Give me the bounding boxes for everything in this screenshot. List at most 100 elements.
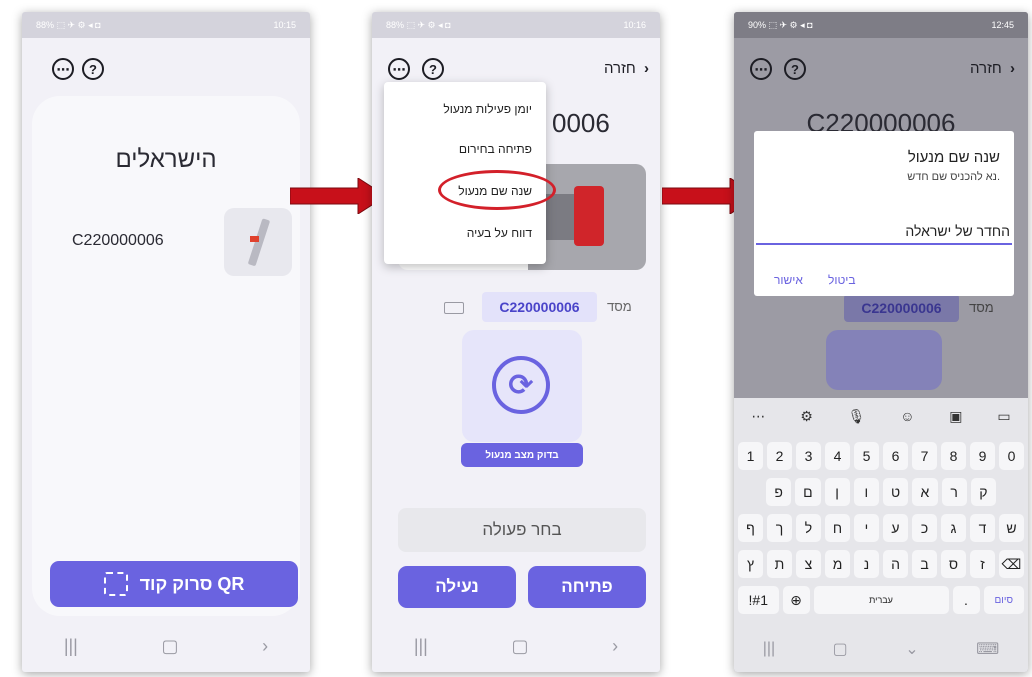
more-icon[interactable]: ⋯	[751, 408, 765, 425]
check-lock-status-button[interactable]: בדוק מצב מנעול	[461, 443, 583, 467]
keyboard: ⋯ ⚙ 🎙 ☺ ▣ ▭ 1234567890 פםןוטארק ףךלחיעכג…	[734, 398, 1028, 672]
keyboard-key[interactable]: ט	[883, 478, 909, 506]
sticker-icon[interactable]: ▣	[949, 408, 962, 425]
keyboard-key[interactable]: ה	[883, 550, 908, 578]
help-icon[interactable]: ?	[82, 58, 104, 80]
new-name-input[interactable]: החדר של ישראלה	[756, 223, 1012, 245]
keyboard-key[interactable]: ת	[767, 550, 792, 578]
dialog-title: שנה שם מנעול	[907, 149, 1000, 166]
help-icon[interactable]: ?	[784, 58, 806, 80]
emoji-icon[interactable]: ☺	[900, 408, 914, 424]
keyboard-row-3: ץ ת צ מ נ ה ב ס ז ⌫	[738, 550, 1024, 578]
menu-item-emergency-open[interactable]: פתיחה בחירום	[459, 142, 532, 156]
keyboard-switch-icon[interactable]: ⌨	[976, 639, 999, 659]
status-bar: 88% ⬚ ✈ ⚙ ◂ ◘ 10:16	[372, 12, 660, 38]
keyboard-key[interactable]: 3	[796, 442, 821, 470]
space-key[interactable]: עברית	[813, 586, 949, 614]
recent-apps-icon[interactable]: |||	[763, 640, 775, 658]
home-icon[interactable]: ▢	[511, 636, 528, 657]
keyboard-key[interactable]: ב	[912, 550, 937, 578]
menu-item-report-issue[interactable]: דווח על בעיה	[467, 226, 532, 240]
keyboard-key[interactable]: ל	[796, 514, 821, 542]
home-icon[interactable]: ▢	[833, 639, 848, 659]
keyboard-key[interactable]: ו	[853, 478, 879, 506]
keyboard-key[interactable]: ק	[970, 478, 996, 506]
more-options-icon[interactable]: ⋯	[52, 58, 74, 80]
keyboard-key[interactable]: ם	[795, 478, 821, 506]
back-button[interactable]: חזרה ›	[604, 60, 649, 77]
keyboard-key[interactable]: מ	[825, 550, 850, 578]
keyboard-key[interactable]: ן	[824, 478, 850, 506]
serial-row: C220000006 מסד	[774, 294, 1014, 324]
keyboard-key[interactable]: 7	[912, 442, 937, 470]
screen-rename-dialog: 90% ⬚ ✈ ⚙ ◂ ◘ 12:45 ⋯ ? חזרה › C22000000…	[734, 12, 1028, 672]
refresh-icon[interactable]: ⟳	[492, 356, 550, 414]
keyboard-key[interactable]: ד	[970, 514, 995, 542]
scan-qr-button[interactable]: סרוק קוד QR	[50, 561, 298, 607]
lock-list-item[interactable]: C220000006	[32, 206, 300, 276]
open-button[interactable]: פתיחה	[528, 566, 646, 608]
system-nav-bar: ||| ▢ ›	[22, 620, 310, 672]
home-icon[interactable]: ▢	[161, 636, 178, 657]
keyboard-key[interactable]: ש	[999, 514, 1024, 542]
keyboard-key[interactable]: פ	[766, 478, 792, 506]
status-time: 10:16	[623, 20, 646, 30]
keyboard-key[interactable]: ז	[970, 550, 995, 578]
status-indicators: 90% ⬚ ✈ ⚙ ◂ ◘	[748, 19, 813, 30]
lock-thumbnail	[224, 208, 292, 276]
clipboard-icon[interactable]: ▭	[997, 408, 1010, 425]
dialog-cancel-button[interactable]: ביטול	[828, 273, 856, 287]
symbols-key[interactable]: !#1	[738, 586, 779, 614]
group-title: הישראלים	[115, 146, 217, 173]
screen-lock-details: 88% ⬚ ✈ ⚙ ◂ ◘ 10:16 ⋯ ? חזרה › 0006 C220…	[372, 12, 660, 672]
chevron-right-icon: ›	[643, 60, 649, 77]
keyboard-key[interactable]: ג	[941, 514, 966, 542]
keyboard-key[interactable]: צ	[796, 550, 821, 578]
keyboard-key[interactable]: ח	[825, 514, 850, 542]
keyboard-key[interactable]: ך	[767, 514, 792, 542]
back-icon[interactable]: ›	[612, 636, 618, 657]
period-key[interactable]: .	[952, 586, 980, 614]
recent-apps-icon[interactable]: |||	[414, 636, 428, 657]
keyboard-key[interactable]: נ	[854, 550, 879, 578]
keyboard-key[interactable]: 0	[999, 442, 1024, 470]
keyboard-key[interactable]: 8	[941, 442, 966, 470]
keyboard-key[interactable]: 6	[883, 442, 908, 470]
keyboard-key[interactable]: ר	[941, 478, 967, 506]
keyboard-key[interactable]: י	[854, 514, 879, 542]
done-key[interactable]: סיום	[983, 586, 1024, 614]
keyboard-toolbar: ⋯ ⚙ 🎙 ☺ ▣ ▭	[734, 398, 1028, 434]
keyboard-key[interactable]: כ	[912, 514, 937, 542]
highlight-circle	[438, 170, 556, 210]
back-label: חזרה	[970, 60, 1002, 77]
keyboard-key[interactable]: ף	[738, 514, 763, 542]
keyboard-key[interactable]: 1	[738, 442, 763, 470]
lock-status-panel	[826, 330, 942, 390]
keyboard-key[interactable]: ס	[941, 550, 966, 578]
dialog-ok-button[interactable]: אישור	[774, 273, 803, 287]
keyboard-key[interactable]: 5	[854, 442, 879, 470]
help-icon[interactable]: ?	[422, 58, 444, 80]
keyboard-key[interactable]: 2	[767, 442, 792, 470]
keyboard-key[interactable]: א	[912, 478, 938, 506]
keyboard-key[interactable]: ע	[883, 514, 908, 542]
backspace-icon[interactable]: ⌫	[999, 550, 1024, 578]
menu-item-activity-log[interactable]: יומן פעילות מנעול	[443, 102, 532, 116]
check-status-label: בדוק מצב מנעול	[485, 449, 559, 461]
lock-button[interactable]: נעילה	[398, 566, 516, 608]
microphone-icon[interactable]: 🎙	[848, 408, 866, 425]
serial-row: C220000006 מסד	[402, 292, 652, 324]
keyboard-key[interactable]: ץ	[738, 550, 763, 578]
hide-keyboard-icon[interactable]: ⌄	[905, 639, 918, 659]
choose-action-field[interactable]: בחר פעולה	[398, 508, 646, 552]
status-indicators: 88% ⬚ ✈ ⚙ ◂ ◘	[386, 19, 451, 30]
more-options-icon[interactable]: ⋯	[750, 58, 772, 80]
keyboard-key[interactable]: 9	[970, 442, 995, 470]
back-icon[interactable]: ›	[262, 636, 268, 657]
recent-apps-icon[interactable]: |||	[64, 636, 78, 657]
more-options-icon[interactable]: ⋯	[388, 58, 410, 80]
keyboard-key[interactable]: 4	[825, 442, 850, 470]
globe-icon[interactable]: ⊕	[782, 586, 810, 614]
settings-icon[interactable]: ⚙	[800, 408, 813, 425]
back-button[interactable]: חזרה ›	[970, 60, 1015, 77]
